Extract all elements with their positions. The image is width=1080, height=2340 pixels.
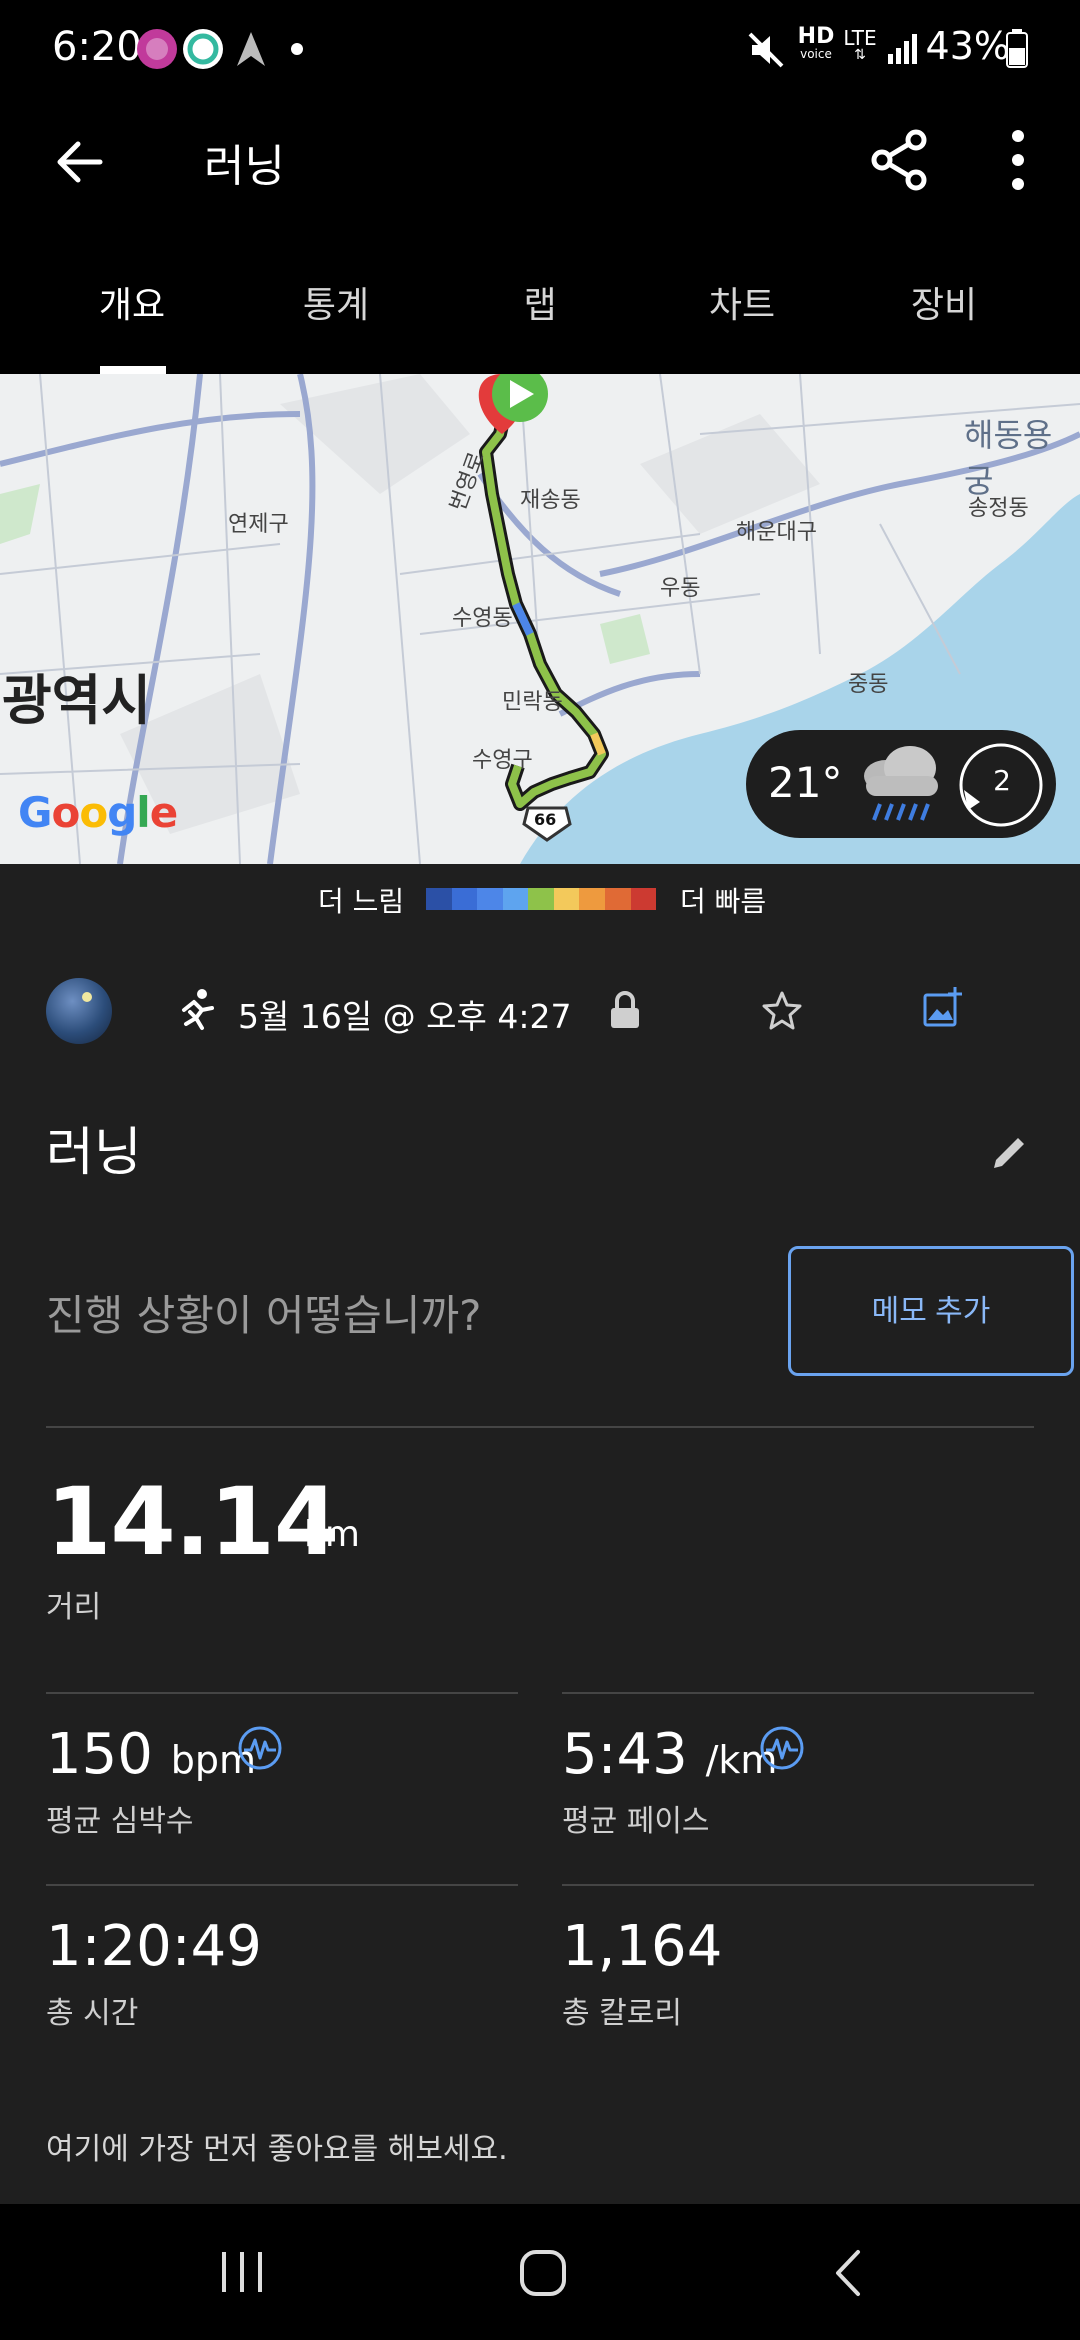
- map-label: 광역시: [2, 669, 152, 732]
- tab-bar: 개요 통계 랩 차트 장비: [0, 250, 1080, 374]
- pace-label: 평균 페이스: [562, 1804, 710, 1839]
- activity-title[interactable]: 러닝: [46, 1110, 142, 1185]
- more-vert-icon[interactable]: [1004, 128, 1032, 192]
- tab-gear[interactable]: 장비: [844, 250, 1044, 374]
- divider: [562, 1692, 1034, 1694]
- heart-rate-value: 150: [46, 1722, 153, 1787]
- add-photo-icon[interactable]: [922, 986, 962, 1030]
- duration-label: 총 시간: [46, 1996, 139, 2031]
- activity-datetime: 5월 16일 @ 오후 4:27: [238, 997, 572, 1036]
- busan-good-icon: [137, 29, 177, 69]
- recent-apps-icon[interactable]: [218, 2248, 268, 2296]
- lte-icon: LTE ⇅: [843, 26, 877, 63]
- back-nav-icon[interactable]: [830, 2248, 870, 2298]
- page-title: 러닝: [204, 141, 285, 192]
- divider: [562, 1884, 1034, 1886]
- app-bar: 러닝: [0, 100, 1080, 250]
- tab-laps[interactable]: 랩: [440, 250, 640, 374]
- lock-icon[interactable]: [608, 990, 642, 1030]
- rain-cloud-icon: [864, 746, 938, 821]
- distance-unit: km: [304, 1514, 360, 1555]
- dot-icon: [291, 43, 303, 55]
- status-time: 6:20: [52, 24, 142, 70]
- route-map[interactable]: 연제구 재송동 해운대구 해동용궁 송정동 우동 수영동 민락동 수영구 중동 …: [0, 374, 1080, 864]
- edit-pencil-icon[interactable]: [990, 1130, 1032, 1172]
- pace-stat: 5:43 /km: [562, 1722, 777, 1787]
- running-person-icon: [182, 989, 214, 1030]
- status-bar: 6:20 HD voice LTE ⇅ 43%: [0, 0, 1080, 100]
- map-label: 중동: [848, 672, 889, 697]
- mute-icon: [748, 32, 784, 68]
- tab-statistics[interactable]: 통계: [236, 250, 436, 374]
- signal-icon: [888, 34, 917, 64]
- map-label: 해운대구: [736, 520, 817, 545]
- google-logo: Google: [18, 788, 178, 837]
- legend-fast-label: 더 빠름: [680, 885, 767, 918]
- map-label: 수영구: [472, 748, 533, 773]
- map-label: 재송동: [520, 488, 581, 513]
- weather-pill: 21° 2: [746, 730, 1056, 838]
- add-memo-button[interactable]: 메모 추가: [788, 1246, 1074, 1376]
- map-label: 연제구: [228, 512, 289, 537]
- map-label: 해동용궁: [964, 416, 1053, 500]
- share-icon[interactable]: [870, 128, 930, 192]
- kudos-prompt[interactable]: 여기에 가장 먼저 좋아요를 해보세요.: [46, 2124, 508, 2168]
- navigation-icon: [237, 32, 265, 66]
- app-notification-icon: [183, 29, 223, 69]
- pulse-icon[interactable]: [760, 1726, 804, 1770]
- route-66-label: 66: [534, 810, 557, 829]
- star-outline-icon[interactable]: [762, 990, 802, 1030]
- distance-value: 14.14: [46, 1468, 339, 1577]
- back-arrow-icon[interactable]: [52, 134, 108, 190]
- divider: [46, 1692, 518, 1694]
- duration-value: 1:20:49: [46, 1914, 262, 1979]
- weather-temperature: 21°: [768, 758, 843, 807]
- battery-percent: 43%: [925, 24, 1010, 68]
- home-icon[interactable]: [518, 2248, 568, 2298]
- pace-gradient-bar: [426, 888, 657, 910]
- calories-value: 1,164: [562, 1914, 723, 1979]
- heart-rate-stat: 150 bpm: [46, 1722, 256, 1787]
- tab-charts[interactable]: 차트: [642, 250, 842, 374]
- map-label: 우동: [660, 576, 701, 601]
- activity-meta-row: 5월 16일 @ 오후 4:27: [0, 960, 1080, 1060]
- hd-voice-icon: HD voice: [797, 24, 835, 61]
- system-nav-bar: [0, 2204, 1080, 2340]
- memo-prompt: 진행 상황이 어떻습니까?: [46, 1291, 482, 1340]
- legend-slow-label: 더 느림: [318, 885, 405, 918]
- pace-value: 5:43: [562, 1722, 688, 1787]
- pulse-icon[interactable]: [238, 1726, 282, 1770]
- divider: [46, 1884, 518, 1886]
- battery-icon: [1006, 29, 1028, 68]
- map-label: 수영동: [452, 606, 513, 631]
- map-label: 민락동: [502, 690, 563, 715]
- distance-label: 거리: [46, 1590, 102, 1625]
- divider: [46, 1426, 1034, 1428]
- pace-legend: 더 느림 더 빠름: [0, 864, 1080, 934]
- heart-rate-label: 평균 심박수: [46, 1804, 194, 1839]
- active-tab-indicator: [100, 366, 166, 374]
- map-label: 송정동: [968, 496, 1029, 521]
- avatar[interactable]: [46, 978, 112, 1044]
- wind-speed: 2: [993, 764, 1011, 797]
- calories-label: 총 칼로리: [562, 1996, 682, 2031]
- tab-overview[interactable]: 개요: [32, 250, 232, 374]
